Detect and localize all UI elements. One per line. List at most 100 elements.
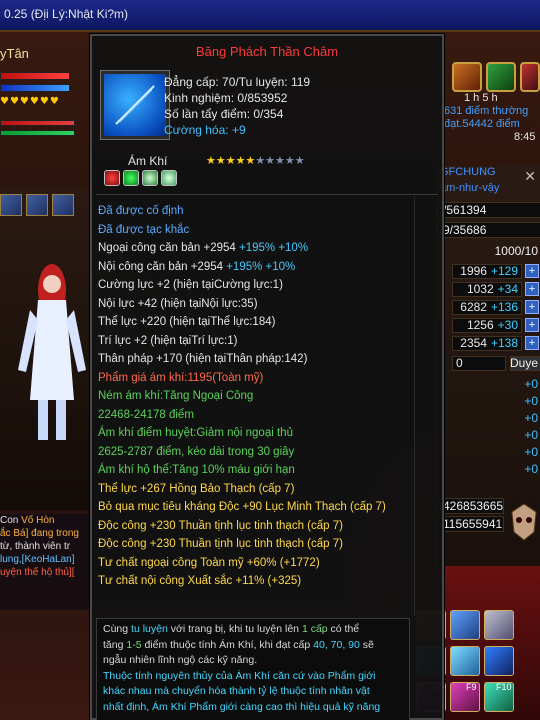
attr-phys: Thể lực +220 (hiện tạiThể lực:184) [98,316,276,328]
attr-str: Cường lực +2 (hiện tạiCường lực:1) [98,279,283,291]
attr-agi: Thân pháp +170 (hiện tạiThân pháp:142) [98,353,308,365]
chat-tab[interactable]: Vố Hòn [21,515,54,526]
clock: 8:45 [514,131,536,143]
attr-acupoint: Ám khí điểm huyệt:Giảm nội ngoại thủ [98,427,293,439]
star-rating-empty: ★★★★★ [255,154,305,167]
attr-wis: Trí lực +2 (hiện tạiTrí lực:1) [98,334,238,347]
attr-guard: Ám khí hộ thể:Tăng 10% máu giới hạn [98,464,295,476]
duyet-button[interactable]: Duye [510,355,540,371]
hotkey-label: F10 [496,682,512,692]
attr-acupoint-value: 2625-2787 điểm, kéo dài trong 30 giây [98,445,295,458]
hotkey-label: F9 [466,682,477,692]
buff-icons: ♥♥♥♥♥♥ [0,96,60,107]
item-stars: ★★★★★★★★★★ [206,154,305,167]
event-info: 1 h 5 h 631 điểm thường đạt.54442 điểm 8… [444,92,535,144]
event-timer-2: 5 h [482,92,498,104]
plus-button[interactable]: + [525,336,539,350]
stat-row-str: 1996 +129 + [452,262,539,280]
item-enhance: Cường hóa: +9 [164,123,246,137]
attr-throw: Ném ám khí:Tăng Ngoại Công [98,390,254,402]
chat-line[interactable]: lung,[KeoHaLan] [0,553,92,566]
item-icon-frame [100,70,170,140]
item-name: Băng Phách Thần Châm [195,44,339,59]
event-timer: 1 h [464,92,480,104]
hp-bar [0,72,70,80]
close-icon[interactable]: ✕ [524,168,536,185]
level-cap: 1000/10 [494,244,538,258]
gift-icon[interactable] [486,62,516,92]
item-header: Đẳng cấp: 70/Tu luyện: 119 Kinh nghiệm: … [164,74,310,138]
event-icon[interactable] [452,62,482,92]
plus-button[interactable]: + [525,318,539,332]
exp-value: /561394 [438,202,540,218]
plus-button[interactable]: + [525,282,539,296]
jade-gem-icon [161,170,177,186]
item-level: Đẳng cấp: 70/Tu luyện: 119 [164,75,311,89]
chat-line: uyện thế hộ thủ][ [0,567,75,578]
rage-bar [0,120,75,126]
window-title: 0.25 (Địi Lý:Nhật Ki?m) [4,7,129,21]
stat-value: 1996 +129 [452,263,522,279]
stat-value: 2354 +138 [452,335,522,351]
mask-icon [511,503,537,541]
stat-value: 1256 +30 [452,317,522,333]
stats-panel: GFCHUNG ám-như-vậy ✕ /561394 9/35686 100… [436,166,540,566]
skill-slot[interactable] [450,646,480,676]
stat-value: 6282 +136 [452,299,522,315]
item-exp: Kinh nghiệm: 0/853952 [164,91,288,105]
needle-icon [104,74,166,136]
event-reached: đạt.54442 điểm [444,118,520,130]
equipment-slots [0,194,74,216]
skill-slot[interactable] [484,646,514,676]
mp-bar [0,84,70,92]
money-1: 426853665 [438,498,504,514]
attr-gem-1: Thể lực +267 Hồng Bảo Thạch (cấp 7) [98,482,295,495]
equip-slot[interactable] [52,194,74,216]
divider [96,194,438,195]
plus-button[interactable]: + [525,300,539,314]
stat-row-inner: 1032 +34 + [452,280,539,298]
attr-int-base: Nội công căn bản +2954 +195% +10% [98,260,296,273]
stat-value: 1032 +34 [452,281,522,297]
skill-slot[interactable] [484,610,514,640]
money-2: 115655941 [438,516,504,532]
star-rating-filled: ★★★★★ [206,154,256,167]
guild-name: GFCHUNG [440,166,496,178]
shop-icon[interactable] [520,62,540,92]
stat-row-agi: 2354 +138 + [452,334,539,352]
guild-slogan: ám-như-vậy [440,182,500,194]
attr-aptitude-ext: Tư chất ngoại công Toàn mỹ +60% (+1772) [98,556,320,569]
attr-gem-2: Bỏ qua mục tiêu kháng Độc +90 Lục Minh T… [98,501,386,513]
chat-line: ắc Bá] đang trong [0,528,79,539]
equip-slot[interactable] [0,194,22,216]
chat-tab[interactable]: Con [0,515,18,526]
item-attributes: Đã được cố định Đã được tạc khắc Ngoại c… [98,202,438,591]
item-description: Cùng tu luyện với trang bị, khi tu luyện… [96,618,410,720]
plus-button[interactable]: + [525,264,539,278]
chat-panel[interactable]: Con Vố Hòn ắc Bá] đang trong từ, thành v… [0,514,92,610]
stat-row-phys: 6282 +136 + [452,298,539,316]
stamina-bar [0,130,75,136]
item-type: Ám Khí [128,154,168,168]
attr-inner: Nội lực +42 (hiện tạiNội lực:35) [98,297,258,310]
resist-values: +0 +0 +0 +0 +0 +0 [524,377,538,476]
chat-line: từ, thành viên tr [0,541,71,552]
equip-slot[interactable] [26,194,48,216]
character-model [18,264,86,440]
skill-slot[interactable] [450,610,480,640]
attr-ext-base: Ngoại công căn bản +2954 +195% +10% [98,242,309,254]
remaining-points-row: 0 Duye [452,354,540,372]
attr-aptitude-int: Tư chất nội công Xuất sắc +11% (+325) [98,575,302,587]
attr-throw-value: 22468-24178 điểm [98,408,194,421]
item-wash-count: Số lần tẩy điểm: 0/354 [164,107,284,121]
exp-value-2: 9/35686 [438,222,540,238]
tooltip-scrollbar[interactable] [414,196,434,616]
gem-sockets [104,170,177,186]
attr-engraved: Đã được tạc khắc [98,223,190,236]
stat-row-wis: 1256 +30 + [452,316,539,334]
window-titlebar: 0.25 (Địi Lý:Nhật Ki?m) [0,0,540,32]
jade-gem-icon [142,170,158,186]
attr-gem-3: Độc công +230 Thuần tịnh lục tinh thạch … [98,519,343,532]
remaining-points: 0 [452,355,506,371]
attr-gem-4: Độc công +230 Thuần tịnh lục tinh thạch … [98,538,343,550]
